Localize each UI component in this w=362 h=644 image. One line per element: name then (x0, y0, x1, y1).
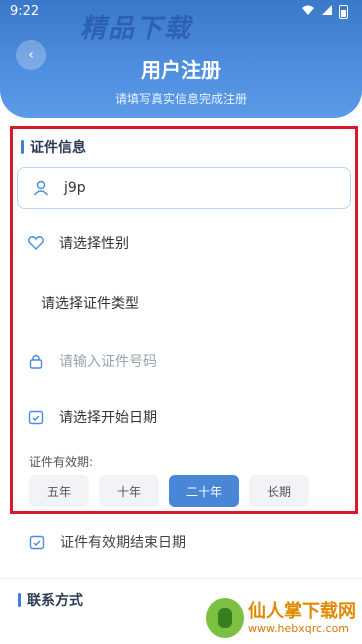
watermark-url: www.hebxqrc.com (248, 621, 350, 635)
end-date-select[interactable]: 证件有效期结束日期 (28, 532, 186, 552)
validity-option-permanent[interactable]: 长期 (249, 475, 309, 507)
battery-icon (339, 4, 348, 19)
validity-option-5y[interactable]: 五年 (29, 475, 89, 507)
watermark-bottom: 仙人掌下载网 www.hebxqrc.com (206, 598, 356, 638)
id-number-input[interactable]: 请输入证件号码 (27, 351, 157, 371)
section-title-text: 证件信息 (30, 140, 86, 156)
id-type-select-label: 请选择证件类型 (41, 296, 139, 312)
divider (0, 578, 362, 579)
name-field[interactable]: j9p (17, 167, 351, 209)
watermark-name: 仙人掌下载网 (248, 600, 356, 622)
cactus-logo-icon (206, 598, 244, 638)
validity-options: 五年 十年 二十年 长期 (29, 475, 309, 507)
section-title-bar (21, 140, 24, 154)
id-number-placeholder: 请输入证件号码 (59, 354, 157, 370)
validity-option-20y[interactable]: 二十年 (169, 475, 239, 507)
page-title: 用户注册 (141, 58, 221, 82)
id-info-section: 证件信息 j9p 请选择性别 请选择证件类型 请输入证件号码 请选择开始日期 证… (10, 126, 358, 514)
section-title: 证件信息 (21, 137, 86, 157)
calendar-icon (28, 533, 46, 551)
gender-select-label: 请选择性别 (59, 236, 129, 252)
end-date-label: 证件有效期结束日期 (60, 535, 186, 551)
start-date-select[interactable]: 请选择开始日期 (27, 407, 157, 427)
watermark-logo: 精品下载 (80, 14, 193, 44)
gender-select[interactable]: 请选择性别 (27, 233, 129, 253)
name-field-value: j9p (64, 180, 86, 196)
calendar-icon (27, 408, 45, 426)
validity-label: 证件有效期: (29, 455, 94, 469)
lock-icon (27, 352, 45, 370)
start-date-label: 请选择开始日期 (59, 410, 157, 426)
contact-section-title: 联系方式 (18, 590, 83, 610)
status-icons (301, 4, 348, 19)
user-icon (32, 179, 50, 197)
page-subtitle: 请填写真实信息完成注册 (114, 92, 247, 106)
heart-icon (27, 234, 45, 252)
status-time: 9:22 (10, 4, 40, 19)
contact-section-text: 联系方式 (27, 593, 83, 609)
id-type-select[interactable]: 请选择证件类型 (41, 293, 139, 313)
signal-icon (321, 4, 333, 19)
header: 9:22 精品下载 ‹ 用户注册 请填写真实信息完成注册 (0, 0, 362, 118)
validity-option-10y[interactable]: 十年 (99, 475, 159, 507)
section-title-bar (18, 593, 21, 607)
wifi-icon (301, 4, 315, 19)
